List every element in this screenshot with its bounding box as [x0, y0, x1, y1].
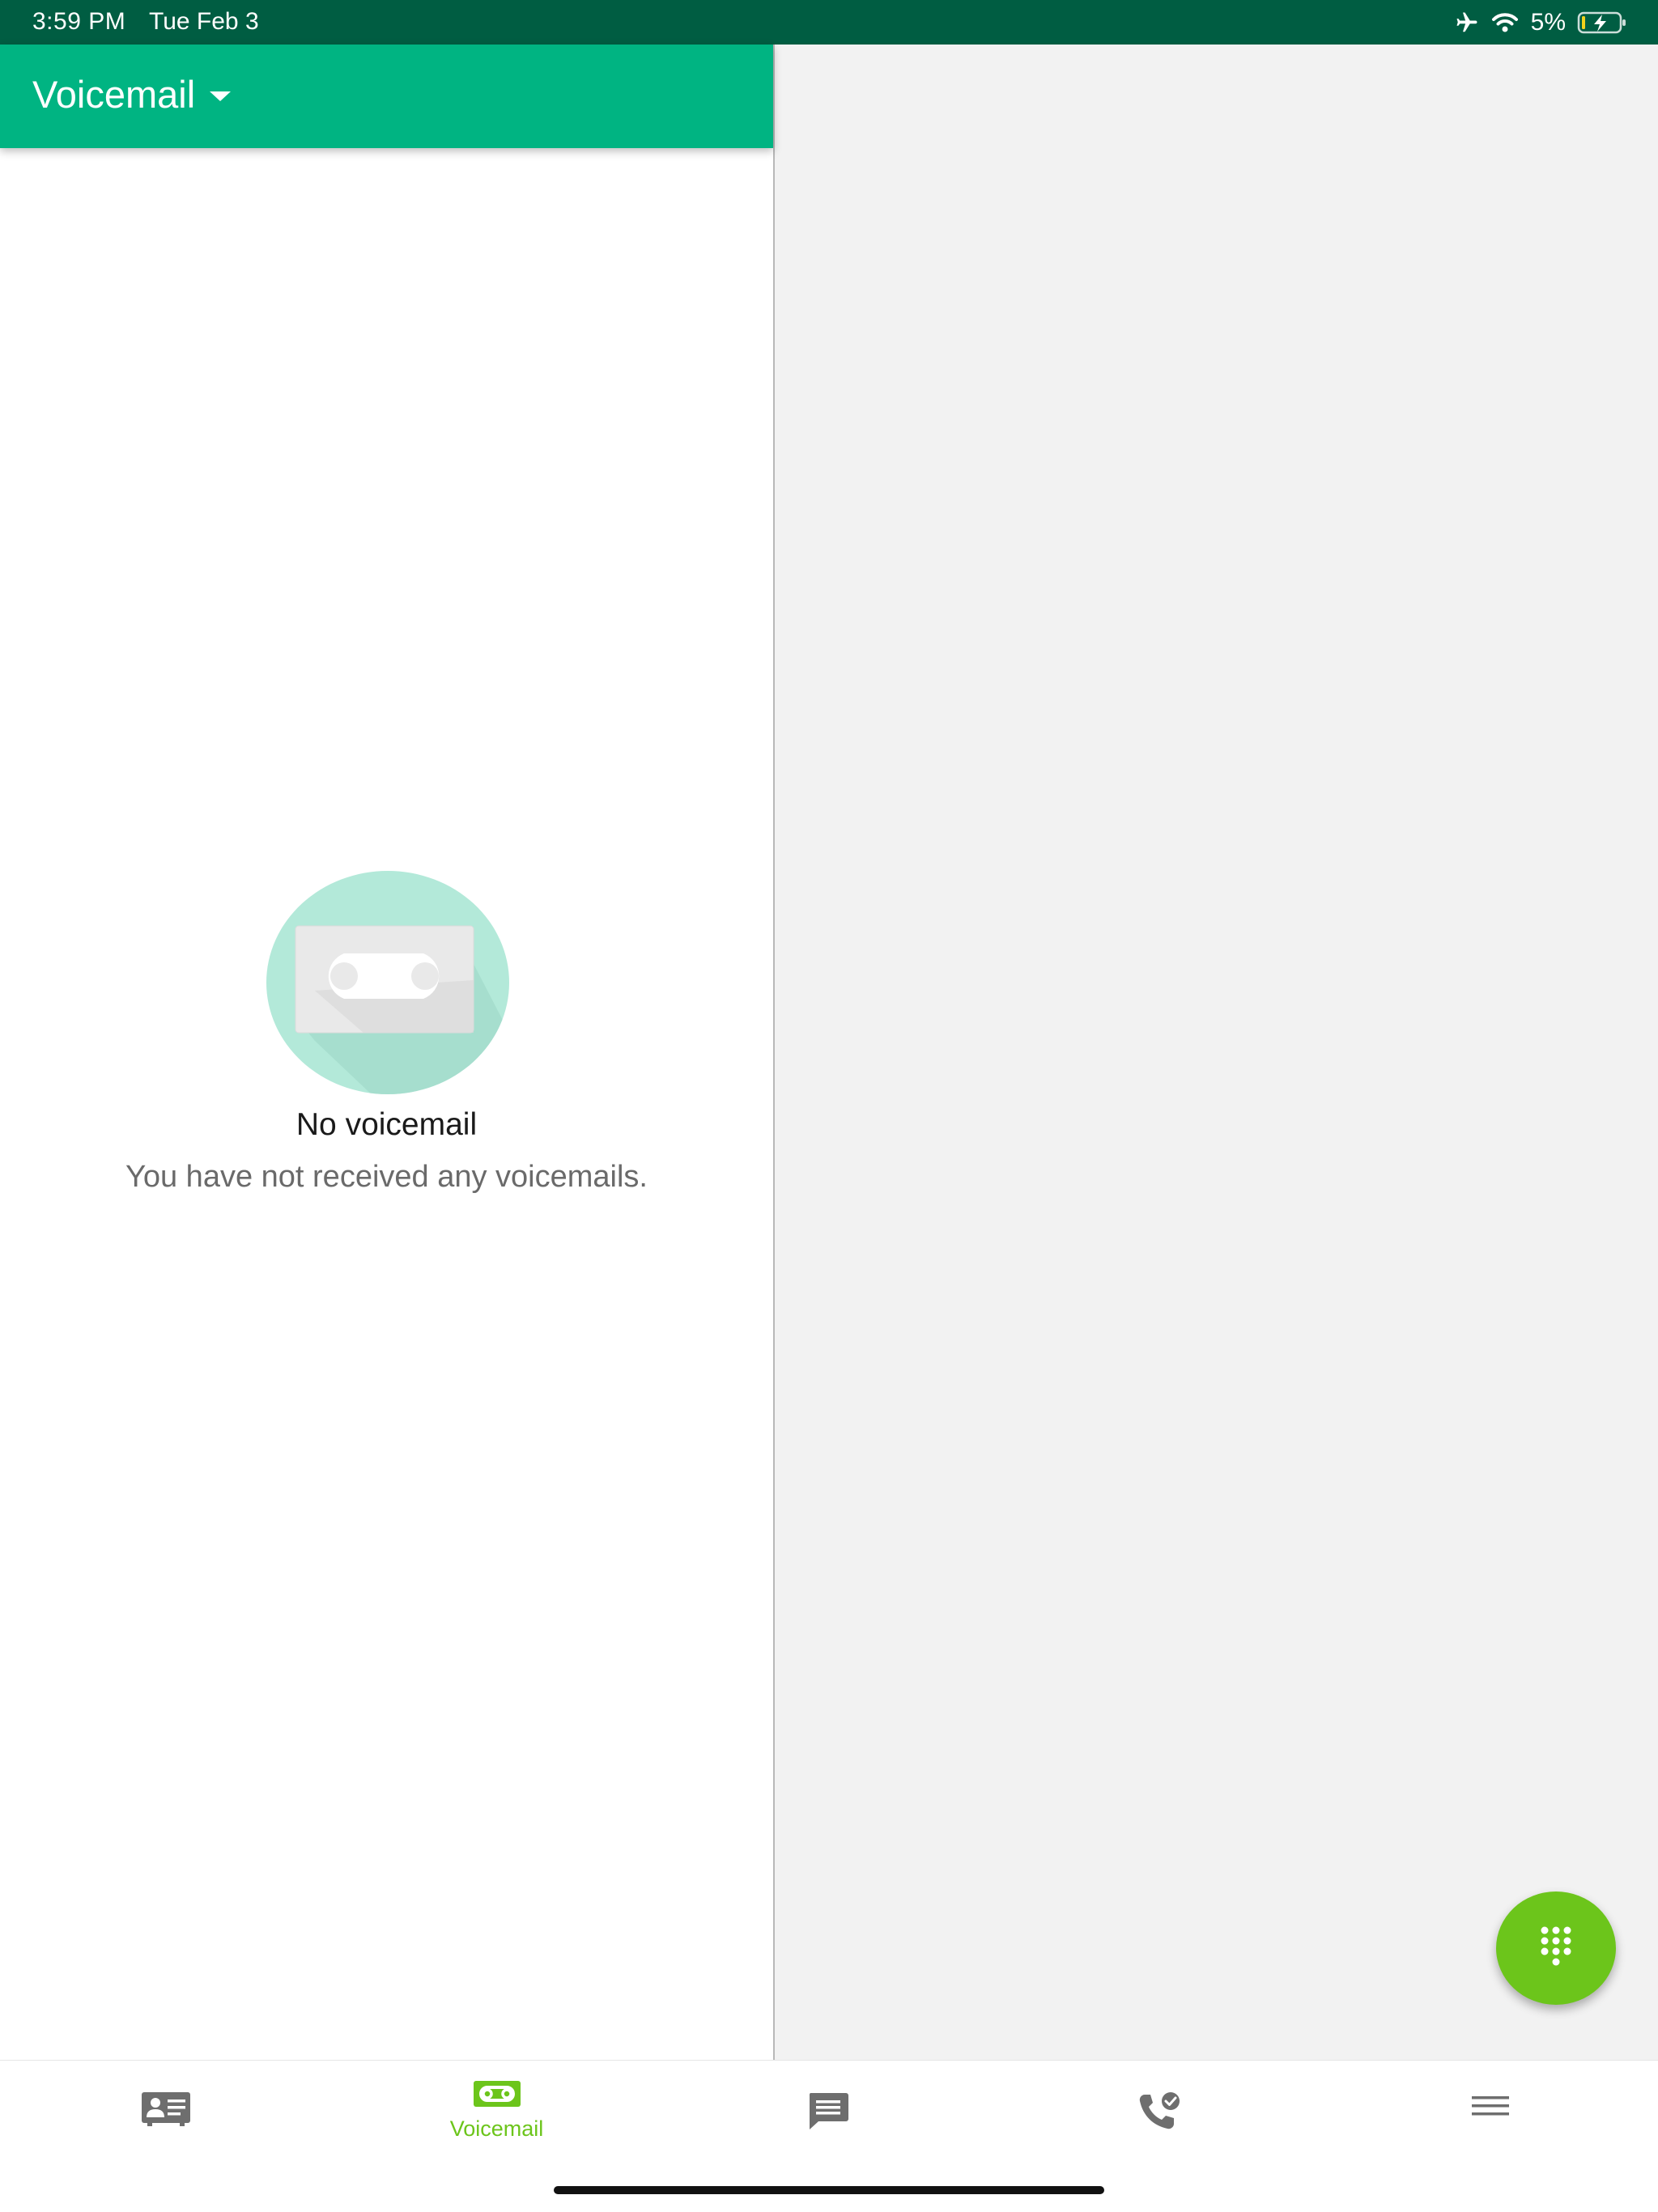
header-title: Voicemail: [32, 73, 196, 116]
contacts-card-icon: [141, 2091, 191, 2131]
airplane-icon: [1455, 11, 1479, 35]
wifi-icon: [1490, 11, 1520, 34]
voicemail-dropdown[interactable]: Voicemail: [32, 72, 232, 117]
status-date: Tue Feb 3: [149, 8, 259, 35]
menu-icon: [1470, 2091, 1511, 2125]
nav-messages[interactable]: [662, 2061, 993, 2158]
battery-percent: 5%: [1530, 9, 1566, 36]
nav-contacts[interactable]: [0, 2061, 331, 2158]
nav-voicemail[interactable]: Voicemail: [331, 2061, 662, 2158]
status-time: 3:59 PM: [32, 8, 126, 35]
empty-state-title: No voicemail: [295, 1107, 478, 1142]
caret-down-icon: [208, 87, 232, 103]
message-icon: [807, 2091, 849, 2134]
voicemail-empty-illustration: [266, 871, 509, 1094]
nav-voicemail-label: Voicemail: [449, 2116, 544, 2141]
voicemail-icon: [473, 2080, 521, 2112]
dialpad-button[interactable]: [1496, 1891, 1616, 2005]
nav-menu[interactable]: [1324, 2061, 1656, 2158]
app-header: Voicemail: [0, 45, 773, 148]
nav-call-history[interactable]: [993, 2061, 1324, 2158]
empty-state-subtitle: You have not received any voicemails.: [125, 1160, 648, 1194]
detail-pane: [775, 45, 1658, 2060]
home-indicator[interactable]: [554, 2186, 1104, 2194]
dialpad-icon: [1538, 1925, 1574, 1972]
status-bar: 3:59 PM Tue Feb 3 5%: [0, 0, 1658, 45]
call-history-icon: [1137, 2091, 1182, 2136]
status-indicators: 5%: [1455, 6, 1627, 39]
battery-charging-icon: [1577, 11, 1627, 35]
